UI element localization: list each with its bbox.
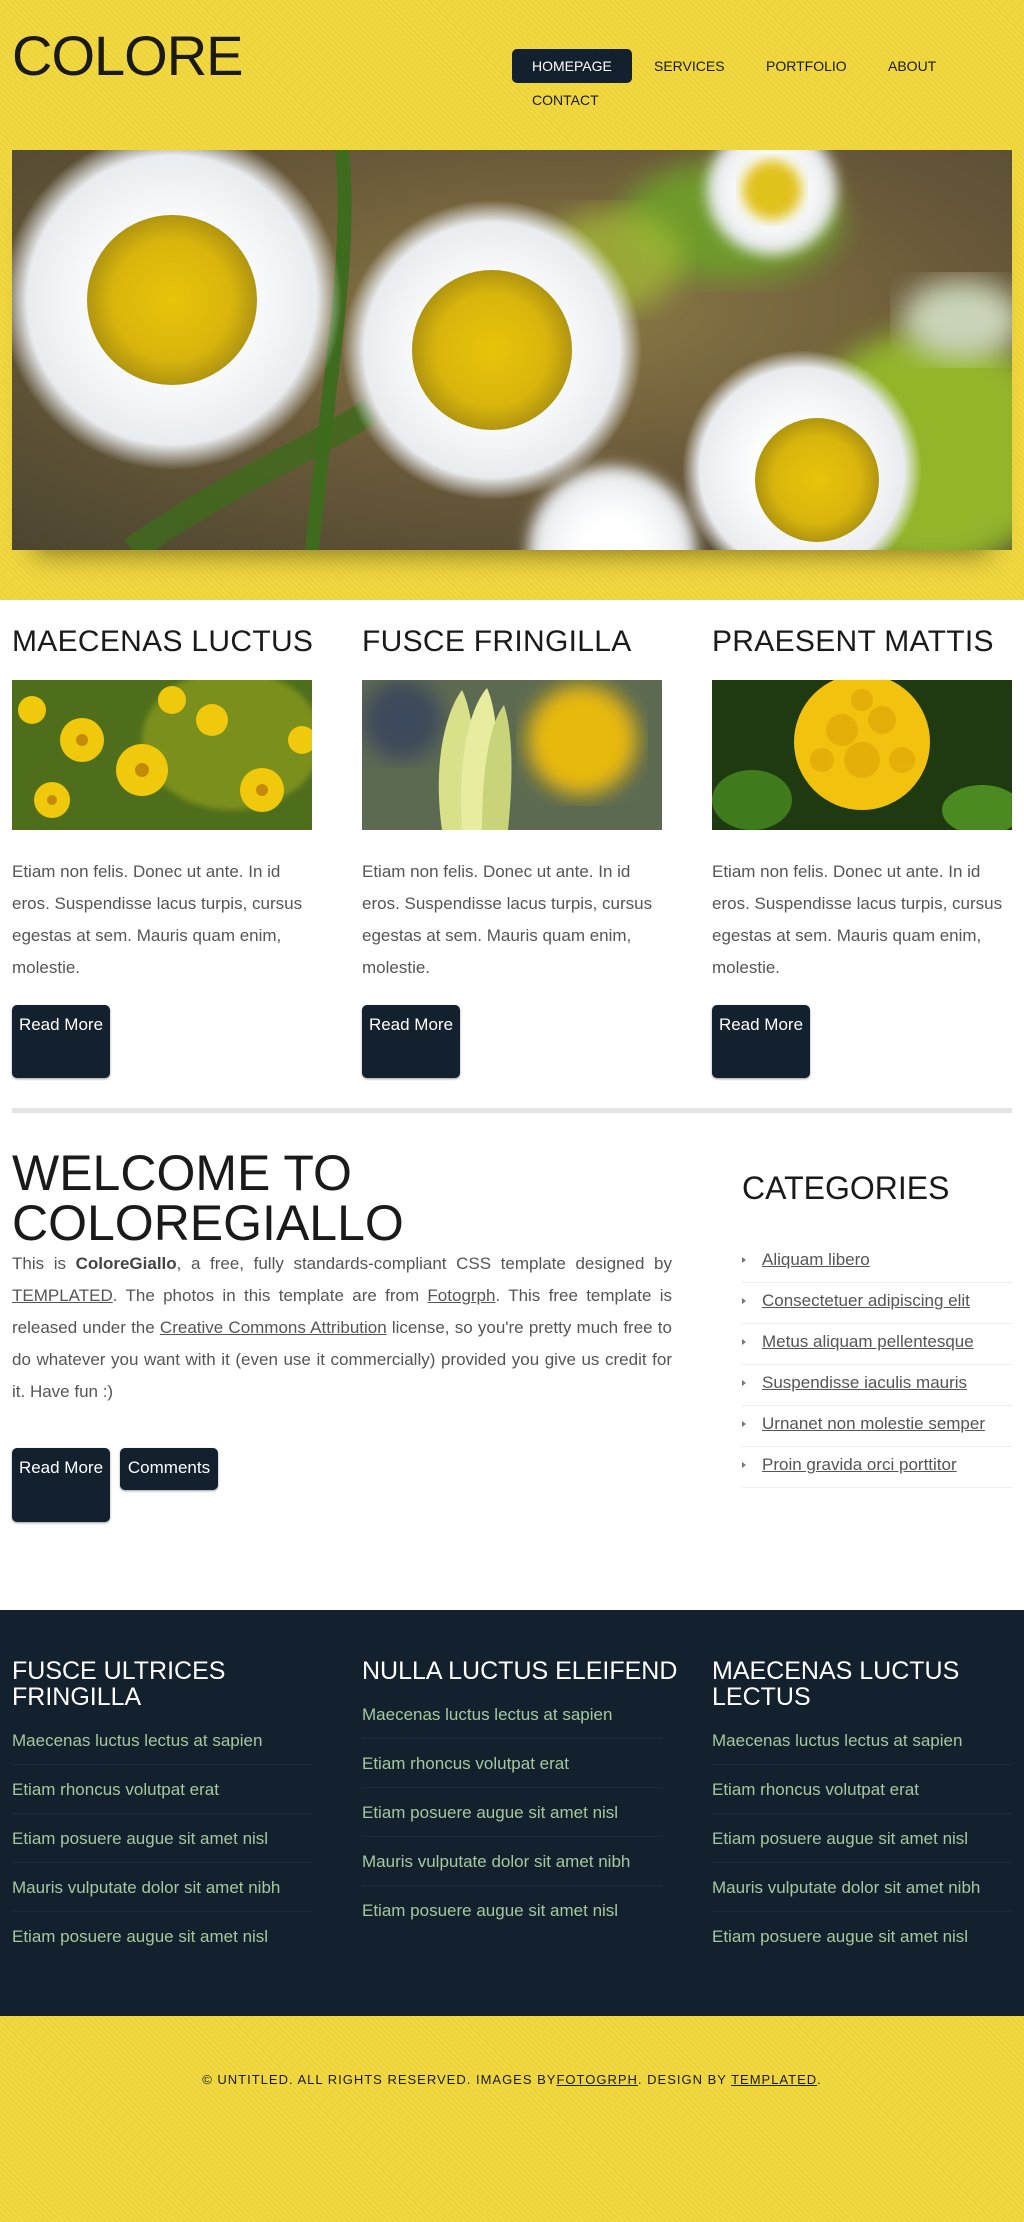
footer-link[interactable]: Maecenas luctus lectus at sapien [362,1690,662,1739]
fotogrph-credit-link[interactable]: FOTOGRPH [556,2072,637,2087]
section-divider [12,1108,1012,1113]
fotogrph-link[interactable]: Fotogrph [427,1286,495,1305]
footer-link[interactable]: Etiam posuere augue sit amet nisl [362,1886,662,1935]
welcome-title: WELCOME TO COLOREGIALLO [12,1148,612,1248]
footer-link[interactable]: Etiam posuere augue sit amet nisl [712,1912,1012,1961]
welcome-text-part: . The photos in this template are from [112,1286,428,1305]
feature-text: Etiam non felis. Donec ut ante. In id er… [712,862,1003,977]
category-item[interactable]: Aliquam libero [742,1242,1012,1283]
category-item[interactable]: Suspendisse iaculis mauris [742,1365,1012,1406]
footer-link[interactable]: Etiam rhoncus volutpat erat [712,1765,1012,1814]
footer-column-title: MAECENAS LUCTUS LECTUS [712,1657,960,1711]
templated-link[interactable]: TEMPLATED [12,1286,113,1305]
category-link[interactable]: Aliquam libero [762,1242,870,1278]
category-item[interactable]: Metus aliquam pellentesque [742,1324,1012,1365]
footer-column-1: FUSCE ULTRICES FRINGILLA Maecenas luctus… [12,1658,332,1961]
category-link[interactable]: Proin gravida orci porttitor [762,1447,957,1483]
copyright-part: . DESIGN BY [637,2072,732,2087]
welcome-read-more-button[interactable]: Read More [12,1448,110,1522]
footer-column-2: NULLA LUCTUS ELEIFEND Maecenas luctus le… [362,1658,682,1935]
nav-homepage[interactable]: HOMEPAGE [512,49,632,83]
templated-credit-link[interactable]: TEMPLATED [731,2072,817,2087]
hero-flower-photo [12,150,1012,550]
marigold-photo [712,680,1012,830]
bullet-arrow-icon [742,1298,746,1304]
footer-link[interactable]: Etiam posuere augue sit amet nisl [12,1912,312,1961]
tulip-buds-photo [362,680,662,830]
feature-image [712,680,1012,830]
copyright-part: . [817,2072,822,2087]
copyright-bar: © UNTITLED. ALL RIGHTS RESERVED. IMAGES … [0,2016,1024,2222]
footer-link[interactable]: Maecenas luctus lectus at sapien [12,1716,312,1765]
feature-title: FUSCE FRINGILLA [362,625,632,658]
footer-column-title: FUSCE ULTRICES FRINGILLA [12,1657,226,1711]
footer-column-title: NULLA LUCTUS ELEIFEND [362,1657,678,1685]
footer-link[interactable]: Mauris vulputate dolor sit amet nibh [362,1837,662,1886]
nav-contact[interactable]: CONTACT [512,83,619,117]
feature-image [362,680,662,830]
welcome-text-part: , a free, fully standards-compliant CSS … [176,1254,672,1273]
footer-link[interactable]: Etiam posuere augue sit amet nisl [12,1814,312,1863]
categories-title: CATEGORIES [742,1170,950,1206]
feature-title: PRAESENT MATTIS [712,625,994,658]
bullet-arrow-icon [742,1421,746,1427]
welcome-title-line1: WELCOME TO [12,1145,352,1201]
nav-portfolio[interactable]: PORTFOLIO [746,49,867,83]
category-item[interactable]: Proin gravida orci porttitor [742,1447,1012,1488]
read-more-button[interactable]: Read More [362,1005,460,1078]
footer-link[interactable]: Maecenas luctus lectus at sapien [712,1716,1012,1765]
footer-column-3: MAECENAS LUCTUS LECTUS Maecenas luctus l… [712,1658,1024,1961]
welcome-text-part: This is [12,1254,76,1273]
category-link[interactable]: Metus aliquam pellentesque [762,1324,974,1360]
footer-columns: FUSCE ULTRICES FRINGILLA Maecenas luctus… [0,1610,1024,2016]
header: COLORE HOMEPAGE SERVICES PORTFOLIO ABOUT… [0,0,1024,600]
feature-text: Etiam non felis. Donec ut ante. In id er… [12,862,303,977]
footer-link[interactable]: Etiam posuere augue sit amet nisl [712,1814,1012,1863]
read-more-button[interactable]: Read More [12,1005,110,1078]
footer-link[interactable]: Etiam posuere augue sit amet nisl [362,1788,662,1837]
bullet-arrow-icon [742,1462,746,1468]
nav-services[interactable]: SERVICES [634,49,745,83]
feature-1: MAECENAS LUCTUS [12,624,313,660]
feature-2: FUSCE FRINGILLA [362,624,632,660]
read-more-button[interactable]: Read More [712,1005,810,1078]
feature-title: MAECENAS LUCTUS [12,625,314,658]
category-item[interactable]: Urnanet non molestie semper [742,1406,1012,1447]
feature-text: Etiam non felis. Donec ut ante. In id er… [362,862,653,977]
feature-3: PRAESENT MATTIS [712,624,994,660]
footer-link[interactable]: Etiam rhoncus volutpat erat [362,1739,662,1788]
copyright-part: © UNTITLED. ALL RIGHTS RESERVED. IMAGES … [202,2072,557,2087]
bullet-arrow-icon [742,1257,746,1263]
category-link[interactable]: Consectetuer adipiscing elit [762,1283,970,1319]
category-link[interactable]: Urnanet non molestie semper [762,1406,985,1442]
copyright-text: © UNTITLED. ALL RIGHTS RESERVED. IMAGES … [0,2072,1024,2087]
welcome-title-line2: COLOREGIALLO [12,1195,404,1251]
welcome-text: This is ColoreGiallo, a free, fully stan… [12,1248,672,1408]
bullet-arrow-icon [742,1380,746,1386]
category-item[interactable]: Consectetuer adipiscing elit [742,1283,1012,1324]
site-logo[interactable]: COLORE [12,26,243,86]
comments-button[interactable]: Comments [120,1448,218,1490]
feature-image [12,680,312,830]
hero-image [12,150,1012,550]
footer-link[interactable]: Mauris vulputate dolor sit amet nibh [712,1863,1012,1912]
license-link[interactable]: Creative Commons Attribution [160,1318,387,1337]
bullet-arrow-icon [742,1339,746,1345]
footer-link[interactable]: Etiam rhoncus volutpat erat [12,1765,312,1814]
welcome-text-bold: ColoreGiallo [75,1254,177,1273]
footer-link[interactable]: Mauris vulputate dolor sit amet nibh [12,1863,312,1912]
yellow-daisies-photo [12,680,312,830]
nav-about[interactable]: ABOUT [868,49,956,83]
category-link[interactable]: Suspendisse iaculis mauris [762,1365,967,1401]
